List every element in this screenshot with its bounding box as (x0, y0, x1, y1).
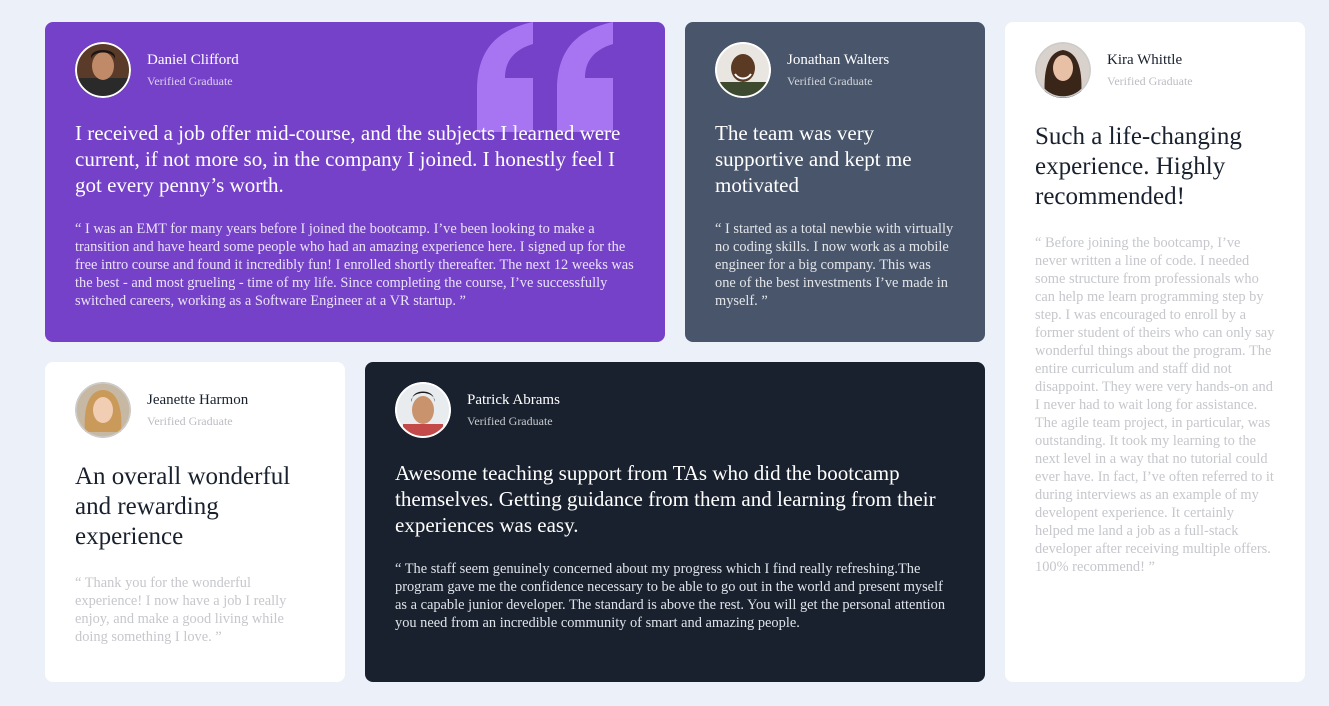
author-info: Daniel Clifford Verified Graduate (75, 42, 635, 98)
avatar (1035, 42, 1091, 98)
author-name: Daniel Clifford (147, 52, 239, 68)
testimonial-body: “ Before joining the bootcamp, I’ve neve… (1035, 235, 1275, 575)
testimonial-headline: I received a job offer mid-course, and t… (75, 121, 621, 197)
author-name: Jeanette Harmon (147, 392, 249, 408)
author-name: Jonathan Walters (787, 52, 890, 68)
author-name: Kira Whittle (1107, 52, 1183, 68)
testimonial-headline: Awesome teaching support from TAs who di… (395, 461, 936, 537)
author-role: Verified Graduate (147, 414, 233, 428)
testimonial-card-daniel: Daniel Clifford Verified Graduate I rece… (45, 22, 665, 342)
avatar (75, 382, 131, 438)
testimonial-body: “ Thank you for the wonderful experience… (75, 575, 287, 645)
author-info: Jonathan Walters Verified Graduate (715, 42, 955, 98)
testimonial-card-jonathan: Jonathan Walters Verified Graduate The t… (685, 22, 985, 342)
testimonial-card-jeanette: Jeanette Harmon Verified Graduate An ove… (45, 362, 345, 682)
testimonial-headline: The team was very supportive and kept me… (715, 121, 912, 197)
testimonial-body: “ I started as a total newbie with virtu… (715, 221, 954, 309)
author-info: Kira Whittle Verified Graduate (1035, 42, 1275, 98)
author-role: Verified Graduate (467, 414, 553, 428)
author-name: Patrick Abrams (467, 392, 560, 408)
testimonial-headline: Such a life-changing experience. Highly … (1035, 123, 1242, 210)
author-role: Verified Graduate (147, 74, 233, 88)
author-info: Patrick Abrams Verified Graduate (395, 382, 955, 438)
avatar (75, 42, 131, 98)
author-info: Jeanette Harmon Verified Graduate (75, 382, 315, 438)
testimonial-card-kira: Kira Whittle Verified Graduate Such a li… (1005, 22, 1305, 682)
testimonial-body: “ The staff seem genuinely concerned abo… (395, 561, 946, 631)
author-role: Verified Graduate (787, 74, 873, 88)
author-role: Verified Graduate (1107, 74, 1193, 88)
testimonial-headline: An overall wonderful and rewarding exper… (75, 463, 291, 550)
avatar (715, 42, 771, 98)
avatar (395, 382, 451, 438)
testimonial-body: “ I was an EMT for many years before I j… (75, 221, 634, 309)
testimonial-card-patrick: Patrick Abrams Verified Graduate Awesome… (365, 362, 985, 682)
